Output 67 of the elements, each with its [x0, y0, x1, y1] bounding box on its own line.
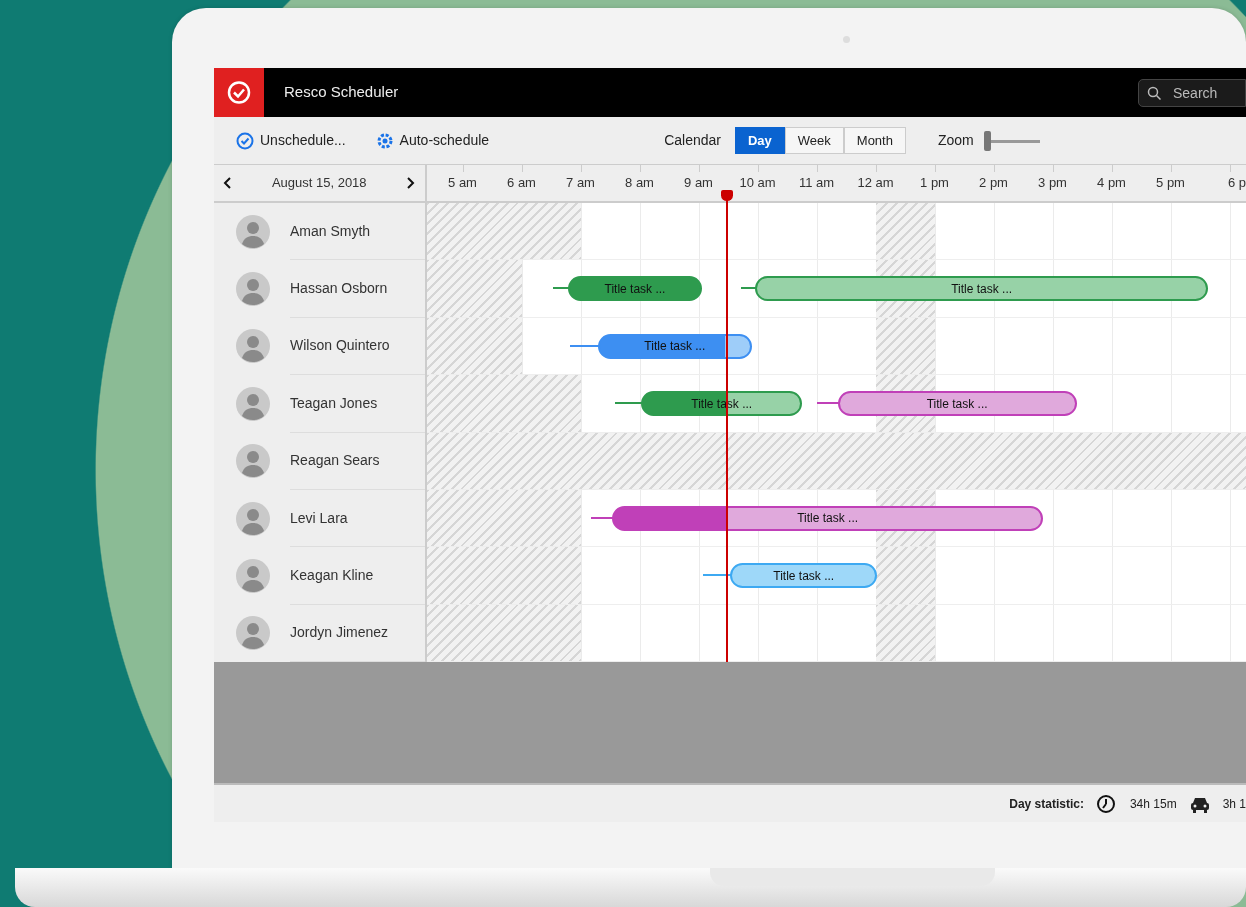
- view-tab[interactable]: Week: [784, 126, 844, 155]
- avatar: [236, 444, 270, 479]
- hour-label: 1 pm: [919, 174, 950, 193]
- hour-label: 5 am: [447, 174, 478, 193]
- chevron-right-icon: [406, 176, 417, 190]
- toolbar-button[interactable]: Unschedule...: [236, 130, 346, 151]
- hour-label: 10 am: [738, 174, 777, 193]
- connector-line: [817, 402, 840, 405]
- date-label: August 15, 2018: [271, 174, 367, 193]
- check-circle-icon: [236, 131, 254, 150]
- resource-name: Keagan Kline: [290, 547, 425, 605]
- clock-icon: [1095, 793, 1118, 814]
- view-tab[interactable]: Month: [843, 126, 906, 155]
- avatar: [236, 501, 270, 536]
- previous-day-button[interactable]: [222, 176, 232, 190]
- next-day-button[interactable]: [406, 176, 417, 190]
- chevron-left-icon: [222, 176, 232, 190]
- avatar: [236, 386, 270, 421]
- search-field[interactable]: Search: [1138, 78, 1246, 107]
- app-title: Resco Scheduler: [284, 82, 399, 103]
- hour-label: 6 am: [506, 174, 537, 193]
- calendar-label: Calendar: [664, 131, 721, 150]
- gear-icon: [375, 131, 394, 150]
- view-tab[interactable]: Day: [734, 126, 785, 155]
- check-circle-logo-icon: [214, 68, 264, 117]
- unavailable-block: [876, 604, 935, 662]
- task-bar[interactable]: Title task ...: [837, 391, 1077, 417]
- search-icon: [1147, 85, 1161, 100]
- statistic-value: 3h 1: [1222, 795, 1246, 813]
- connector-line: [614, 402, 644, 405]
- hour-label: 2 pm: [978, 174, 1009, 193]
- hour-label: 3 pm: [1037, 174, 1068, 193]
- unavailable-block: [876, 547, 935, 604]
- hour-label: 12 am: [856, 174, 895, 193]
- statistic-label: Day statistic:: [1009, 795, 1084, 813]
- connector-line: [553, 287, 570, 290]
- unavailable-block: [876, 317, 935, 375]
- task-bar[interactable]: Title task ...: [755, 276, 1209, 302]
- avatar: [236, 272, 270, 307]
- hour-label: 8 am: [624, 174, 655, 193]
- toolbar-button[interactable]: Auto-schedule: [375, 130, 490, 151]
- task-bar[interactable]: Title task ...: [597, 333, 753, 359]
- hour-label: 6 p: [1226, 174, 1246, 193]
- connector-line: [570, 344, 600, 347]
- task-bar[interactable]: Title task ...: [730, 563, 878, 589]
- task-bar[interactable]: Title task ...: [612, 505, 1043, 531]
- avatar: [236, 214, 270, 249]
- connector-line: [591, 516, 615, 519]
- hour-label: 4 pm: [1096, 174, 1127, 193]
- hour-label: 11 am: [797, 174, 836, 193]
- resource-name: Aman Smyth: [290, 203, 425, 261]
- statistic-value: 34h 15m: [1129, 795, 1177, 813]
- resource-name: Teagan Jones: [290, 375, 425, 433]
- hour-label: 5 pm: [1155, 174, 1186, 193]
- unavailable-block: [876, 203, 935, 260]
- avatar: [236, 616, 270, 651]
- task-bar[interactable]: Title task ...: [568, 276, 702, 302]
- resource-name: Hassan Osborn: [290, 260, 425, 318]
- resource-name: Wilson Quintero: [290, 317, 425, 376]
- connector-line: [741, 287, 758, 290]
- hour-label: 9 am: [683, 174, 714, 193]
- avatar: [236, 329, 270, 364]
- avatar: [236, 559, 270, 594]
- resource-name: Levi Lara: [290, 489, 425, 548]
- resource-name: Reagan Sears: [290, 432, 425, 490]
- zoom-label: Zoom: [937, 131, 974, 150]
- hour-label: 7 am: [565, 174, 596, 193]
